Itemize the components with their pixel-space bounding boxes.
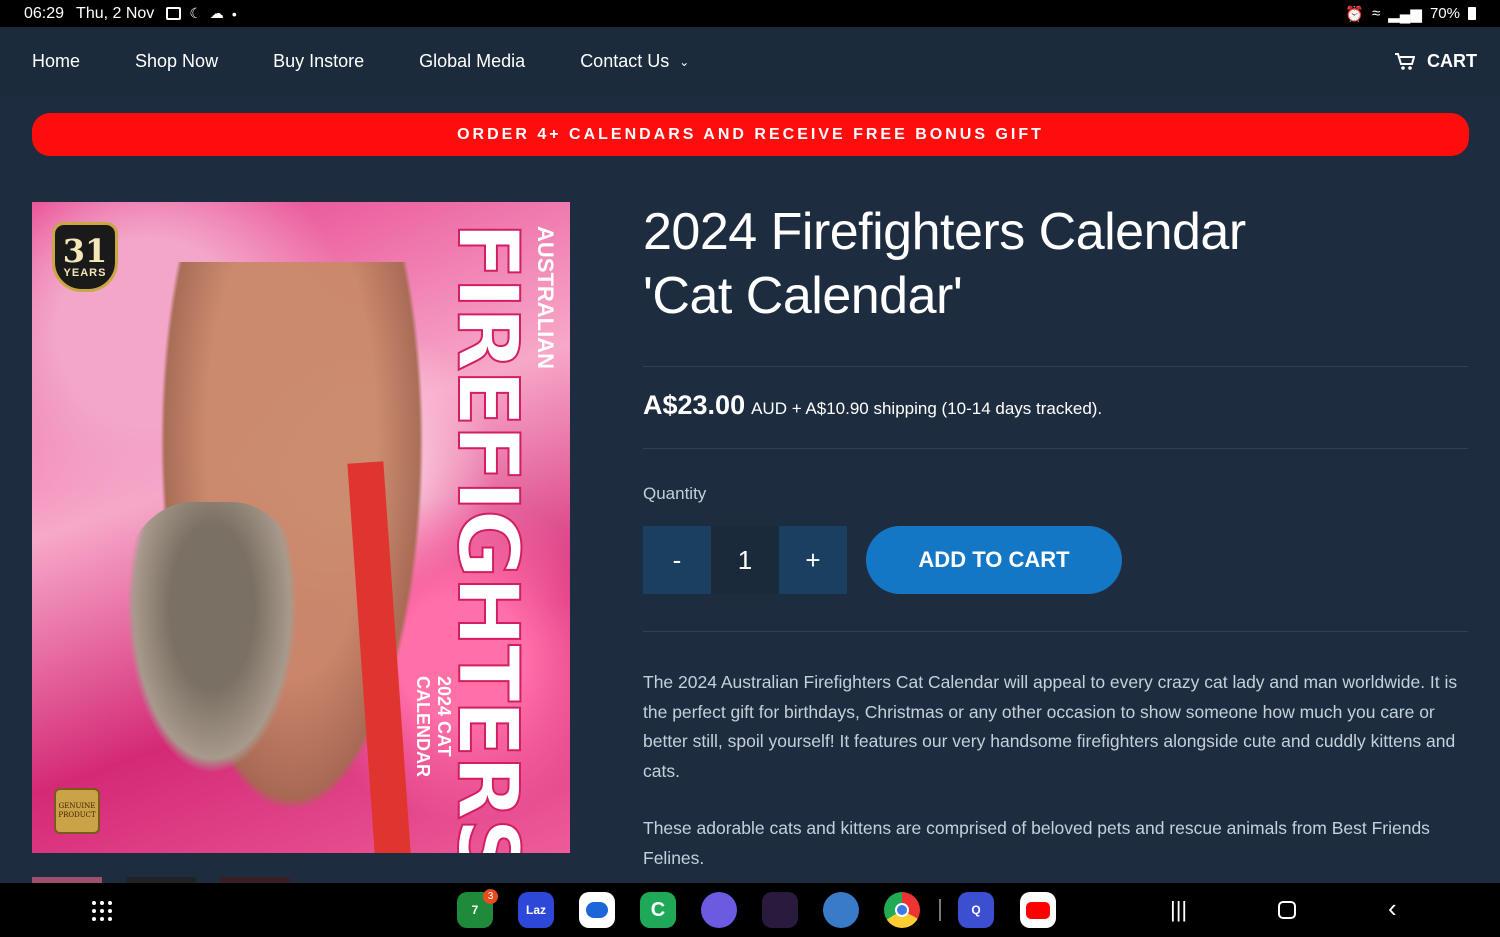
genuine-product-seal: GENUINE PRODUCT [54, 788, 100, 834]
product-title: 2024 Firefighters Calendar 'Cat Calendar… [643, 200, 1343, 328]
product-image[interactable]: 31 YEARS AUSTRALIAN FIREFIGHTERS 2024 CA… [32, 202, 570, 853]
cart-button[interactable]: CART [1395, 27, 1477, 96]
dot-icon: • [231, 5, 237, 22]
phone-icon[interactable]: C [640, 892, 676, 928]
price-suffix: AUD + A$10.90 shipping (10-14 days track… [751, 399, 1103, 418]
product-title-line1: 2024 Firefighters Calendar [643, 203, 1246, 261]
cart-icon [1395, 52, 1415, 71]
lazada-icon[interactable]: Laz [518, 892, 554, 928]
youtube-icon[interactable] [1020, 892, 1056, 928]
quantity-label: Quantity [643, 484, 707, 503]
nav-contact-us-label: Contact Us [580, 51, 670, 71]
seal-line2: PRODUCT [58, 811, 96, 819]
moon-icon: ☾ [189, 5, 202, 21]
increase-quantity-button[interactable]: + [779, 526, 847, 594]
browser-icon[interactable] [701, 892, 737, 928]
product-description-1: The 2024 Australian Firefighters Cat Cal… [643, 672, 1458, 781]
seal-line1: GENUINE [58, 802, 96, 810]
status-date: Thu, 2 Nov [76, 4, 155, 22]
cart-label: CART [1427, 51, 1477, 71]
chrome-icon[interactable] [884, 892, 920, 928]
battery-icon [1468, 7, 1476, 20]
game-app-icon[interactable] [823, 892, 859, 928]
alarm-icon: ⏰ [1345, 5, 1365, 23]
signal-icon: ▂▄▆ [1388, 5, 1422, 23]
messages-icon[interactable] [579, 892, 615, 928]
home-button[interactable] [1278, 901, 1296, 919]
product-description-2: These adorable cats and kittens are comp… [643, 818, 1430, 868]
add-to-cart-button[interactable]: ADD TO CART [866, 526, 1122, 594]
app-drawer-icon[interactable] [92, 901, 112, 921]
price: A$23.00 AUD + A$10.90 shipping (10-14 da… [643, 390, 1102, 421]
main-nav: Home Shop Now Buy Instore Global Media C… [0, 27, 1500, 96]
price-amount: A$23.00 [643, 390, 746, 420]
decrease-quantity-button[interactable]: - [643, 526, 711, 594]
cat-figure [112, 502, 312, 802]
years-badge-word: YEARS [63, 267, 107, 279]
gallery-icon [166, 7, 182, 20]
nav-shop-now[interactable]: Shop Now [135, 51, 218, 72]
product-title-line2: 'Cat Calendar' [643, 267, 963, 325]
divider [643, 631, 1468, 632]
status-notification-icons: ☾ ☁ • [166, 5, 237, 22]
nav-global-media[interactable]: Global Media [419, 51, 525, 72]
status-right: ⏰ ≈ ▂▄▆ 70% [1345, 5, 1476, 23]
back-button[interactable]: ‹ [1388, 893, 1397, 924]
cloud-icon: ☁ [209, 5, 224, 21]
chevron-down-icon: ⌄ [679, 54, 690, 69]
wifi-icon: ≈ [1372, 5, 1381, 22]
quantity-field[interactable]: 1 [711, 526, 779, 594]
status-bar: 06:29 Thu, 2 Nov ☾ ☁ • ⏰ ≈ ▂▄▆ 70% [0, 0, 1500, 27]
nav-buy-instore[interactable]: Buy Instore [273, 51, 364, 72]
nav-home[interactable]: Home [32, 51, 80, 72]
promo-banner[interactable]: ORDER 4+ CALENDARS AND RECEIVE FREE BONU… [32, 113, 1469, 156]
nav-contact-us[interactable]: Contact Us ⌄ [580, 51, 689, 72]
notification-badge: 3 [483, 889, 498, 904]
battery-level: 70% [1429, 5, 1460, 22]
search-app-icon[interactable]: Q [958, 892, 994, 928]
quantity-stepper: - 1 + [643, 526, 847, 594]
taskbar: 7 3 Laz C Q ||| ‹ [0, 883, 1500, 937]
status-time: 06:29 [24, 4, 65, 22]
dock-divider [939, 899, 941, 921]
cover-calendar-text: 2024 CAT CALENDAR [413, 676, 454, 777]
divider [643, 366, 1468, 367]
streaming-icon[interactable] [762, 892, 798, 928]
years-badge: 31 YEARS [52, 222, 118, 292]
cover-title: FIREFIGHTERS [438, 221, 538, 853]
years-badge-number: 31 [62, 232, 108, 270]
divider [643, 448, 1468, 449]
recent-apps-button[interactable]: ||| [1170, 897, 1187, 923]
